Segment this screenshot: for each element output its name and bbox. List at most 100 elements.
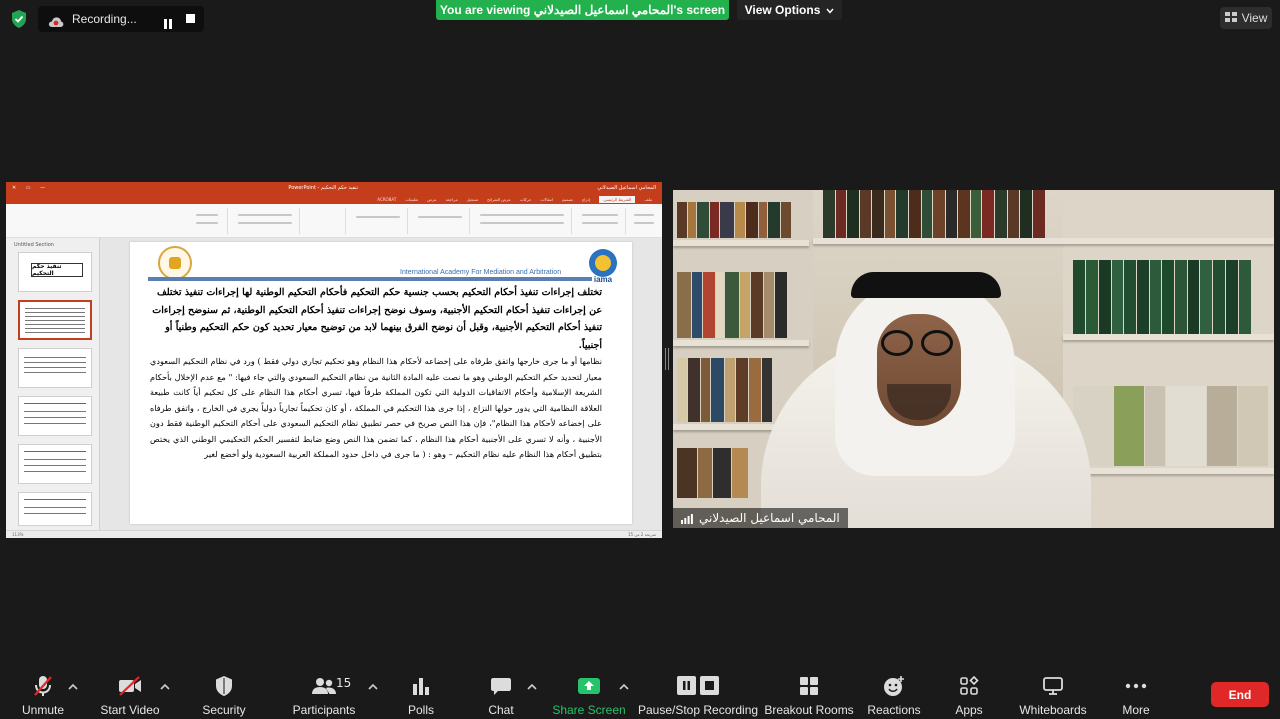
participant-video-tile[interactable]: المحامي اسماعيل الصيدلاني (673, 190, 1274, 528)
ribbon-group (472, 208, 572, 234)
ppt-tab[interactable]: انتقالات (540, 197, 553, 202)
pause-stop-recording-button[interactable]: Pause/Stop Recording (638, 668, 758, 719)
shelf (673, 340, 809, 346)
ribbon-group (348, 208, 408, 234)
book-row (1073, 386, 1273, 466)
slide-body-paragraph: نظامها أو ما جرى خارجها واتفق طرفاه على … (150, 356, 602, 459)
chat-label: Chat (488, 703, 514, 717)
shelf (673, 240, 809, 246)
ppt-tab[interactable]: ACROBAT (377, 197, 396, 202)
security-shield-icon (211, 673, 237, 699)
polls-icon (408, 673, 434, 699)
ribbon-group (574, 208, 626, 234)
start-video-button[interactable]: Start Video (100, 668, 160, 719)
ppt-tab[interactable]: تسجيل (467, 197, 479, 202)
slide-thumbnail-5[interactable] (18, 444, 92, 484)
shared-screen[interactable]: ✕ ▭ — PowerPoint - تنفيذ حكم التحكيم الم… (6, 182, 662, 538)
current-slide[interactable]: iama International Academy For Mediation… (130, 242, 632, 524)
pause-stop-icon (675, 673, 721, 699)
pause-recording-icon[interactable] (163, 14, 173, 29)
polls-button[interactable]: Polls (404, 668, 438, 719)
breakout-rooms-label: Breakout Rooms (764, 703, 854, 717)
apps-button[interactable]: Apps (950, 668, 988, 719)
participant-name-tag: المحامي اسماعيل الصيدلاني (673, 508, 848, 528)
reaction-smiley-icon (881, 673, 907, 699)
more-label: More (1122, 703, 1150, 717)
slide-thumbnail-2[interactable] (18, 300, 92, 340)
chat-caret-icon[interactable] (527, 676, 537, 690)
view-options-button[interactable]: View Options (737, 0, 842, 20)
muted-mic-icon (30, 673, 56, 699)
ppt-tab[interactable]: حركات (520, 197, 532, 202)
header-rule (148, 277, 592, 281)
share-screen-icon (576, 673, 602, 699)
split-view-divider[interactable] (665, 348, 669, 370)
apps-label: Apps (955, 703, 983, 717)
share-caret-icon[interactable] (619, 676, 629, 690)
ppt-tab[interactable]: ملف (644, 197, 652, 202)
book-row (1073, 260, 1273, 334)
view-layout-button[interactable]: View (1220, 7, 1272, 29)
end-meeting-button[interactable]: End (1211, 682, 1269, 707)
slide-thumbnail-1[interactable]: تنفيذ حكم التحكيم (18, 252, 92, 292)
participants-icon (311, 673, 337, 699)
slide-thumbnails-pane[interactable]: Untitled Section تنفيذ حكم التحكيم (6, 238, 100, 530)
ppt-tab[interactable]: عرض (427, 197, 436, 202)
ppt-title-bar: ✕ ▭ — PowerPoint - تنفيذ حكم التحكيم الم… (6, 182, 662, 194)
ppt-tab[interactable]: إدراج (582, 197, 591, 202)
unmute-button[interactable]: Unmute (20, 668, 66, 719)
encryption-shield-icon[interactable] (10, 9, 28, 29)
apps-icon (956, 673, 982, 699)
zoom-meeting-window: Recording... You are viewing المحامي اسم… (0, 0, 1280, 719)
zoom-level: 113% (12, 532, 24, 537)
ppt-tab[interactable]: تصميم (562, 197, 573, 202)
breakout-rooms-button[interactable]: Breakout Rooms (764, 668, 854, 719)
security-label: Security (202, 703, 246, 717)
recording-indicator: Recording... (38, 6, 204, 32)
ribbon-group (302, 208, 346, 234)
cloud-recording-icon (48, 13, 64, 27)
ppt-ribbon (6, 204, 662, 238)
ppt-window-controls: ✕ ▭ — (12, 185, 50, 191)
reactions-label: Reactions (867, 703, 921, 717)
polls-label: Polls (407, 703, 434, 717)
chat-button[interactable]: Chat (484, 668, 518, 719)
iama-logo-text: iama (594, 275, 613, 284)
grid-view-icon (1224, 11, 1237, 25)
whiteboards-button[interactable]: Whiteboards (1018, 668, 1088, 719)
video-options-caret-icon[interactable] (160, 676, 170, 690)
shelf (1063, 468, 1274, 474)
participants-caret-icon[interactable] (368, 676, 378, 690)
start-video-label: Start Video (100, 703, 160, 717)
view-options-label: View Options (744, 3, 821, 17)
book-row (677, 272, 807, 338)
share-screen-button[interactable]: Share Screen (552, 668, 626, 719)
whiteboard-icon (1040, 673, 1066, 699)
audio-options-caret-icon[interactable] (68, 676, 78, 690)
thumb-title: تنفيذ حكم التحكيم (31, 263, 83, 277)
ppt-ribbon-tabs: ACROBAT تعليمات عرض مراجعة تسجيل عرض الش… (6, 194, 662, 204)
ppt-tab-home[interactable]: الشريط الرئيسي (599, 195, 636, 203)
slide-thumbnail-4[interactable] (18, 396, 92, 436)
participant-glasses (881, 330, 913, 356)
ribbon-group (230, 208, 300, 234)
shelf (1063, 334, 1274, 340)
ppt-tab[interactable]: مراجعة (446, 197, 458, 202)
ppt-tab[interactable]: عرض الشرائح (487, 197, 511, 202)
slide-thumbnail-3[interactable] (18, 348, 92, 388)
more-button[interactable]: More (1118, 668, 1154, 719)
ribbon-group (186, 208, 228, 234)
reactions-button[interactable]: Reactions (867, 668, 921, 719)
meeting-toolbar: Unmute Start Video Security Participants… (0, 668, 1280, 719)
security-button[interactable]: Security (200, 668, 248, 719)
ppt-account-name: المحامي اسماعيل الصيدلاني (597, 185, 656, 191)
chevron-down-icon (826, 3, 834, 17)
participant-glasses (921, 330, 953, 356)
whiteboards-label: Whiteboards (1019, 703, 1087, 717)
ppt-status-bar: 113% شريحة 2 من 15 (6, 530, 662, 538)
view-label: View (1241, 11, 1268, 25)
book-row-top (823, 190, 1063, 238)
ppt-tab[interactable]: تعليمات (405, 197, 418, 202)
slide-thumbnail-6[interactable] (18, 492, 92, 526)
stop-recording-icon[interactable] (186, 14, 195, 23)
